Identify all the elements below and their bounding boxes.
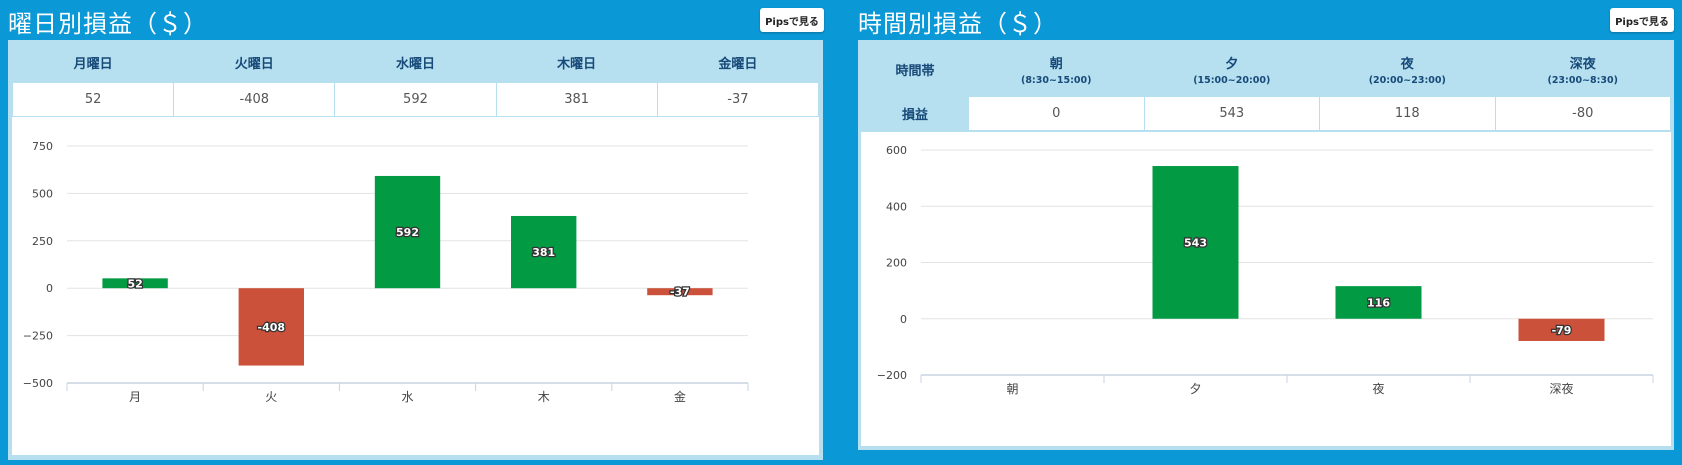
timeslot-ytick-label: 0: [900, 313, 907, 326]
timeslot-ytick-label: 200: [886, 257, 907, 270]
timeslot-bar-chart: 600 400 200 0 −200 朝 543 夕 116 夜 -79 深夜: [877, 144, 1654, 396]
weekday-header-thu: 木曜日: [496, 44, 658, 82]
weekday-header-tue: 火曜日: [173, 44, 335, 82]
timeslot-header-evening: 夕 (15:00~20:00): [1144, 44, 1320, 96]
timeslot-table: 時間帯 朝 (8:30~15:00) 夕 (15:00~20:00) 夜 (20:00…: [861, 44, 1671, 131]
timeslot-category-label-2: 夜: [1372, 381, 1384, 396]
weekday-value-fri: -37: [656, 81, 820, 117]
weekday-header-mon: 月曜日: [12, 44, 174, 82]
timeslot-category-label-3: 深夜: [1549, 381, 1573, 396]
weekday-table: 月曜日 火曜日 水曜日 木曜日 金曜日 52 -408 592 381 -37: [11, 44, 820, 117]
weekday-data-label-1: -408: [258, 321, 286, 334]
left-pips-button[interactable]: Pipsで見る: [760, 8, 824, 32]
timeslot-ytick-label: 400: [886, 200, 907, 213]
timeslot-value-evening: 543: [1143, 95, 1320, 131]
weekday-value-thu: 381: [495, 81, 658, 117]
timeslot-category-label-0: 朝: [1006, 382, 1018, 396]
timeslot-value-latenight: -80: [1494, 95, 1671, 131]
weekday-header-fri: 金曜日: [657, 44, 819, 82]
weekday-data-label-0: 52: [127, 277, 142, 290]
weekday-category-label-2: 水: [401, 390, 413, 404]
weekday-category-label-4: 金: [674, 389, 686, 404]
timeslot-header-latenight: 深夜 (23:00~8:30): [1495, 44, 1671, 96]
timeslot-data-label-1: 543: [1184, 236, 1207, 249]
weekday-ytick-label: 500: [32, 187, 53, 200]
timeslot-value-morning: 0: [968, 95, 1145, 131]
weekday-data-label-2: 592: [396, 226, 419, 239]
weekday-header-wed: 水曜日: [334, 44, 497, 82]
weekday-value-mon: 52: [11, 81, 175, 117]
timeslot-data-label-2: 116: [1367, 296, 1390, 309]
weekday-ytick-label: −250: [23, 330, 53, 343]
timeslot-value-night: 118: [1319, 95, 1496, 131]
weekday-bar-chart: 750 500 250 0 −250 −500 52 月 -408 火 592 水 381 木 -37 金: [23, 140, 749, 404]
timeslot-ytick-label: −200: [877, 369, 907, 382]
weekday-data-label-4: -37: [670, 286, 690, 299]
timeslot-data-label-3: -79: [1552, 324, 1572, 337]
timeslot-header-morning: 朝 (8:30~15:00): [968, 44, 1144, 96]
weekday-category-label-0: 月: [129, 390, 141, 404]
timeslot-corner: 時間帯: [861, 44, 969, 96]
weekday-category-label-1: 火: [265, 390, 277, 404]
timeslot-row-label: 損益: [861, 95, 969, 131]
right-panel-title: 時間別損益（＄）: [858, 10, 1058, 38]
timeslot-ytick-label: 600: [886, 144, 907, 157]
weekday-value-wed: 592: [334, 81, 497, 117]
right-pips-button[interactable]: Pipsで見る: [1610, 8, 1674, 32]
left-panel-title: 曜日別損益（＄）: [8, 10, 208, 38]
weekday-category-label-3: 木: [538, 390, 550, 404]
weekday-value-tue: -408: [173, 81, 336, 117]
timeslot-header-night: 夜 (20:00~23:00): [1319, 44, 1495, 96]
weekday-data-label-3: 381: [532, 246, 555, 259]
timeslot-category-label-1: 夕: [1189, 382, 1201, 396]
weekday-ytick-label: 0: [46, 282, 53, 295]
right-chart-area: 600 400 200 0 −200 朝 543 夕 116 夜 -79 深夜: [861, 132, 1671, 446]
weekday-ytick-label: 250: [32, 235, 53, 248]
weekday-ytick-label: 750: [32, 140, 53, 153]
left-chart-area: 750 500 250 0 −250 −500 52 月 -408 火 592 水 381 木 -37 金: [12, 117, 819, 455]
weekday-ytick-label: −500: [23, 377, 53, 390]
